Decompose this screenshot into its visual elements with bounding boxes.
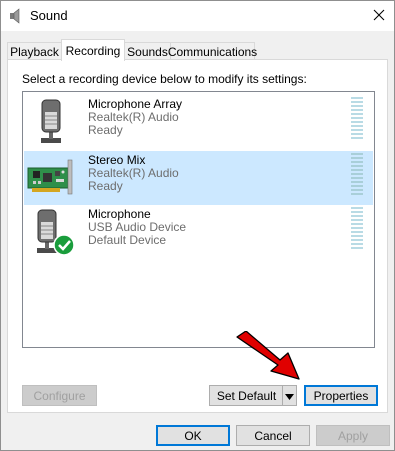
tab-playback[interactable]: Playback	[7, 42, 62, 60]
title-bar: Sound	[1, 1, 394, 31]
device-status: Ready	[88, 179, 123, 193]
level-meter	[351, 207, 363, 249]
device-driver: USB Audio Device	[88, 220, 187, 234]
device-item-microphone-array[interactable]: Microphone Array Realtek(R) Audio Ready	[24, 95, 373, 149]
close-button[interactable]	[364, 1, 394, 31]
instruction-text: Select a recording device below to modif…	[22, 72, 307, 86]
device-name: Microphone Array	[88, 97, 183, 111]
device-driver: Realtek(R) Audio	[88, 110, 179, 124]
device-item-microphone[interactable]: Microphone USB Audio Device Default Devi…	[24, 205, 373, 259]
device-status: Default Device	[88, 233, 167, 247]
speaker-icon	[8, 8, 24, 24]
tab-recording[interactable]: Recording	[61, 39, 125, 61]
sound-card-icon	[27, 154, 75, 202]
tab-communications[interactable]: Communications	[168, 42, 257, 60]
chevron-down-icon	[285, 389, 294, 403]
properties-button[interactable]: Properties	[304, 385, 378, 406]
set-default-dropdown[interactable]	[282, 385, 297, 406]
microphone-icon	[27, 98, 75, 146]
set-default-button[interactable]: Set Default	[209, 385, 283, 406]
apply-button[interactable]: Apply	[316, 425, 390, 446]
close-icon	[373, 9, 385, 24]
microphone-default-icon	[27, 208, 75, 256]
device-name: Microphone	[88, 207, 151, 221]
configure-button[interactable]: Configure	[22, 385, 97, 406]
device-name: Stereo Mix	[88, 153, 146, 167]
level-meter	[351, 153, 363, 195]
recording-panel: Select a recording device below to modif…	[7, 59, 388, 413]
sound-dialog: Sound Playback Recording Sounds Communic…	[0, 0, 395, 451]
default-check-icon	[53, 234, 75, 256]
device-status: Ready	[88, 123, 123, 137]
device-list[interactable]: Microphone Array Realtek(R) Audio Ready	[22, 91, 375, 348]
annotation-arrow-icon	[236, 331, 300, 380]
level-meter	[351, 97, 363, 139]
device-item-stereo-mix[interactable]: Stereo Mix Realtek(R) Audio Ready	[24, 151, 373, 205]
window-title: Sound	[30, 8, 68, 23]
cancel-button[interactable]: Cancel	[236, 425, 310, 446]
ok-button[interactable]: OK	[156, 425, 230, 446]
device-driver: Realtek(R) Audio	[88, 166, 179, 180]
tab-sounds[interactable]: Sounds	[124, 42, 171, 60]
